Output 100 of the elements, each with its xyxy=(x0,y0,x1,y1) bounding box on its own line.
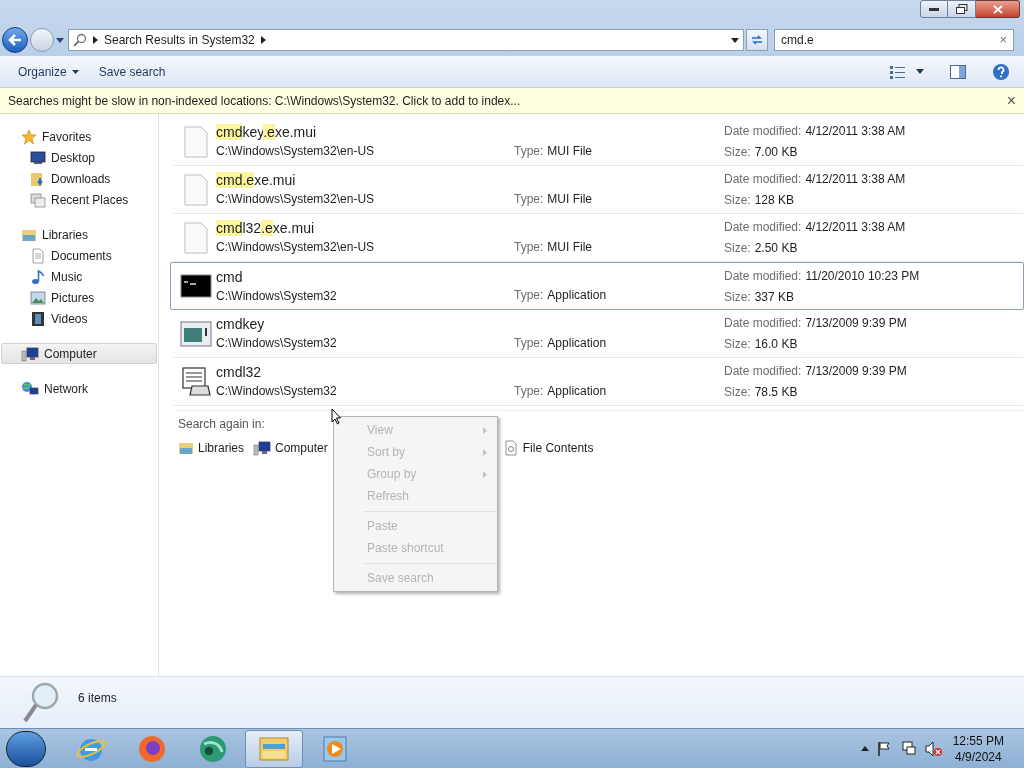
speaker-muted-icon[interactable] xyxy=(924,740,943,757)
sidebar-item[interactable]: Favorites xyxy=(1,126,157,147)
document-search-icon xyxy=(502,440,519,456)
file-size: 7.00 KB xyxy=(754,144,798,161)
size-label: Size: xyxy=(724,288,751,306)
flag-icon[interactable] xyxy=(876,740,893,757)
item-count: 6 items xyxy=(78,690,117,707)
file-type: Application xyxy=(547,382,607,400)
fox-globe-icon xyxy=(137,733,167,764)
size-label: Size: xyxy=(724,144,751,161)
minimize-button[interactable] xyxy=(920,0,948,18)
document-icon xyxy=(30,247,46,264)
telephone-book-icon xyxy=(180,365,212,398)
music-note-icon xyxy=(30,268,46,285)
close-button[interactable] xyxy=(976,0,1020,18)
date-label: Date modified: xyxy=(724,315,802,332)
type-label: Type: xyxy=(514,142,544,160)
sidebar-item[interactable]: Pictures xyxy=(0,287,158,308)
date-modified: 11/20/2010 10:23 PM xyxy=(805,267,920,285)
star-icon xyxy=(21,128,37,145)
date-modified: 7/13/2009 9:39 PM xyxy=(805,363,907,380)
type-label: Type: xyxy=(514,334,544,352)
file-size: 128 KB xyxy=(754,192,795,209)
refresh-button[interactable] xyxy=(746,29,768,51)
breadcrumb-arrow-icon xyxy=(260,36,266,44)
preview-pane-icon[interactable] xyxy=(950,64,966,79)
monitor-icon xyxy=(30,149,46,166)
result-row[interactable]: cmd.exe.mui C:\Windows\System32\en-US Type: MUI File Date modified: 4/12/2011 3:38 AM Size: 128 KB xyxy=(174,166,1023,214)
library-folder-icon xyxy=(178,440,194,456)
sidebar-item[interactable]: Network xyxy=(1,378,157,399)
sidebar-item[interactable]: Documents xyxy=(0,245,158,266)
organize-menu[interactable]: Organize xyxy=(8,59,89,84)
clock[interactable]: 12:55 PM 4/9/2024 xyxy=(952,732,1004,765)
sidebar-item[interactable]: Downloads xyxy=(0,168,158,189)
file-name: cmdl32.exe.mui xyxy=(216,219,316,237)
file-path: C:\Windows\System32 xyxy=(216,287,338,305)
sidebar-item[interactable]: Desktop xyxy=(0,147,158,168)
restore-button[interactable] xyxy=(948,0,976,18)
recent-pages-caret-icon[interactable] xyxy=(56,37,64,43)
size-label: Size: xyxy=(724,336,751,353)
file-type: MUI File xyxy=(547,238,593,256)
file-path: C:\Windows\System32\en-US xyxy=(216,239,376,256)
close-icon xyxy=(992,4,1003,14)
size-label: Size: xyxy=(724,240,751,257)
result-row[interactable]: cmdl32 C:\Windows\System32 Type: Application Date modified: 7/13/2009 9:39 PM Size: 78.5 KB xyxy=(174,358,1023,406)
computer-icon xyxy=(253,440,272,456)
size-label: Size: xyxy=(724,384,751,401)
toolbar-button[interactable]: Save search xyxy=(88,59,176,84)
result-row[interactable]: cmd C:\Windows\System32 Type: Application Date modified: 11/20/2010 10:23 PM Size: 337 KB xyxy=(170,262,1024,310)
date-label: Date modified: xyxy=(724,171,802,188)
type-label: Type: xyxy=(514,287,544,304)
breadcrumb-arrow-icon xyxy=(93,36,98,44)
result-row[interactable]: cmdl32.exe.mui C:\Windows\System32\en-US Type: MUI File Date modified: 4/12/2011 3:38 AM Size: 2.50 KB xyxy=(174,214,1023,262)
breadcrumb-item[interactable]: Search Results in System32 xyxy=(104,31,255,49)
folder-download-icon xyxy=(30,170,46,187)
magnifier-icon xyxy=(22,681,60,725)
file-size: 78.5 KB xyxy=(754,384,798,401)
clear-search-button[interactable]: × xyxy=(999,30,1007,50)
info-bar[interactable]: Searches might be slow in non-indexed locations: C:\Windows\System32. Click to add to index... × xyxy=(0,88,1024,114)
date-modified: 4/12/2011 3:38 AM xyxy=(805,171,906,188)
date-label: Date modified: xyxy=(724,363,802,380)
search-location-link[interactable]: Libraries xyxy=(178,439,245,457)
file-type: MUI File xyxy=(547,190,593,208)
address-bar[interactable]: Search Results in System32 xyxy=(68,29,744,51)
sidebar-item[interactable]: Libraries xyxy=(1,224,157,245)
search-field[interactable]: cmd.e × xyxy=(774,29,1014,51)
date-label: Date modified: xyxy=(724,123,802,140)
info-bar-close-button[interactable]: × xyxy=(1006,92,1016,109)
sidebar-item[interactable]: Computer xyxy=(1,343,157,364)
sphere-logo-icon xyxy=(198,733,228,764)
search-location-link[interactable]: File Contents xyxy=(502,439,594,457)
back-arrow-icon xyxy=(8,34,22,46)
type-label: Type: xyxy=(514,190,544,208)
type-label: Type: xyxy=(514,382,544,400)
network-icon[interactable] xyxy=(900,740,917,757)
caret-icon[interactable] xyxy=(916,69,924,74)
show-hidden-icons-icon[interactable] xyxy=(860,746,869,751)
film-icon xyxy=(30,310,46,327)
search-location-link[interactable]: Computer xyxy=(253,439,328,457)
date-modified: 4/12/2011 3:38 AM xyxy=(805,123,906,140)
help-icon[interactable] xyxy=(992,62,1010,81)
taskbar-button[interactable] xyxy=(245,729,303,768)
sidebar-item[interactable]: Music xyxy=(0,266,158,287)
result-row[interactable]: cmdkey C:\Windows\System32 Type: Application Date modified: 7/13/2009 9:39 PM Size: 16.0 KB xyxy=(174,310,1023,358)
file-name: cmd.exe.mui xyxy=(216,171,297,189)
sidebar-item[interactable]: Videos xyxy=(0,308,158,329)
dropdown-caret-icon[interactable] xyxy=(731,37,739,43)
back-button[interactable] xyxy=(2,27,28,53)
recent-places-icon xyxy=(30,191,46,208)
start-button[interactable] xyxy=(6,730,46,767)
restore-icon xyxy=(955,4,968,14)
file-path: C:\Windows\System32 xyxy=(216,335,338,352)
globe-network-icon xyxy=(21,380,39,397)
type-label: Type: xyxy=(514,238,544,256)
search-again-label: Search again in: xyxy=(178,416,265,433)
search-icon xyxy=(73,33,87,47)
view-options-icon[interactable] xyxy=(890,64,906,79)
caret-icon xyxy=(71,69,79,74)
sidebar-item[interactable]: Recent Places xyxy=(0,189,158,210)
minimize-icon xyxy=(929,7,939,11)
